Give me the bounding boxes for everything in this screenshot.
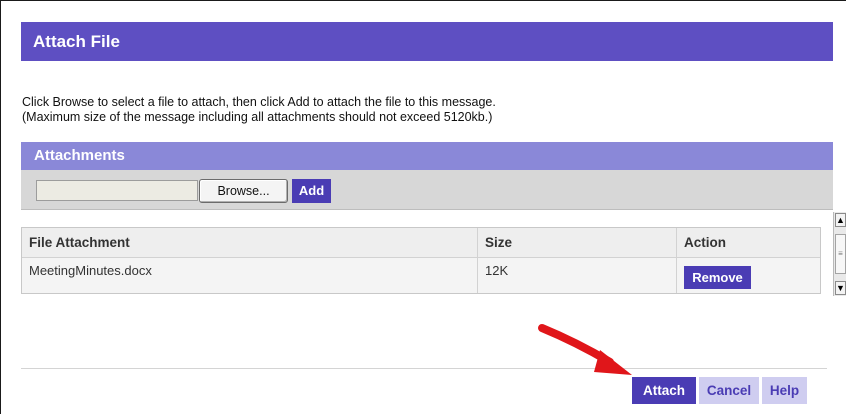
- table-row: MeetingMinutes.docx 12K Remove: [22, 258, 820, 293]
- column-divider: [477, 258, 478, 293]
- attachments-header: Attachments: [21, 142, 833, 170]
- column-header-action: Action: [684, 235, 726, 250]
- scroll-down-arrow-icon[interactable]: ▼: [835, 281, 846, 295]
- column-divider: [676, 228, 677, 257]
- column-divider: [676, 258, 677, 293]
- attachments-table: File Attachment Size Action MeetingMinut…: [21, 227, 821, 294]
- vertical-scrollbar[interactable]: ▲ ≡ ▼: [833, 212, 846, 296]
- help-button[interactable]: Help: [762, 377, 807, 404]
- browse-button[interactable]: Browse...: [199, 179, 288, 203]
- attach-button[interactable]: Attach: [632, 377, 696, 404]
- instructions-line-2: (Maximum size of the message including a…: [22, 110, 493, 124]
- column-header-size: Size: [485, 235, 513, 250]
- remove-button[interactable]: Remove: [684, 266, 751, 289]
- scroll-up-arrow-icon[interactable]: ▲: [835, 213, 846, 227]
- scroll-thumb[interactable]: ≡: [835, 234, 846, 274]
- add-button[interactable]: Add: [292, 179, 331, 203]
- dialog-title: Attach File: [21, 22, 833, 61]
- red-arrow-icon: [538, 324, 632, 375]
- column-header-file: File Attachment: [29, 235, 130, 250]
- attachment-filename: MeetingMinutes.docx: [29, 263, 152, 278]
- add-attachment-row: Browse... Add: [21, 170, 833, 210]
- file-path-input[interactable]: [36, 180, 198, 201]
- instructions-line-1: Click Browse to select a file to attach,…: [22, 95, 496, 109]
- column-divider: [477, 228, 478, 257]
- table-header: File Attachment Size Action: [22, 228, 820, 258]
- cancel-button[interactable]: Cancel: [699, 377, 759, 404]
- attachment-size: 12K: [485, 263, 509, 278]
- footer-divider: [21, 368, 827, 369]
- instructions: Click Browse to select a file to attach,…: [22, 95, 496, 125]
